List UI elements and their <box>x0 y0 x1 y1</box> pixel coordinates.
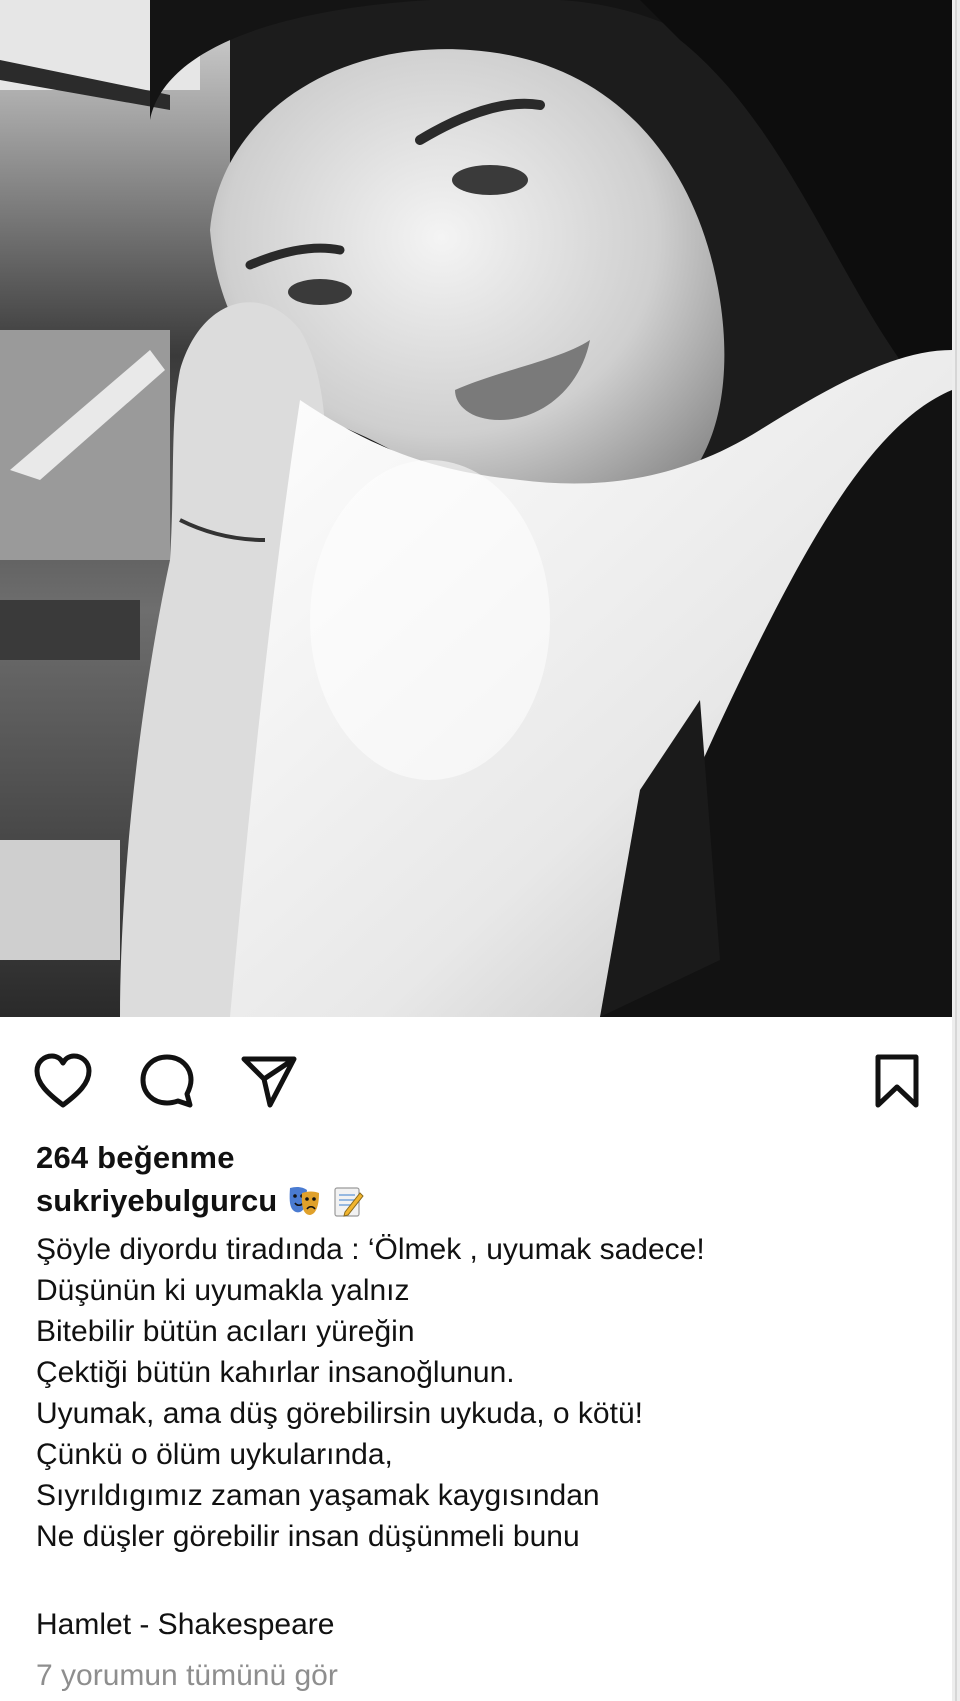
caption-signature: Hamlet - Shakespeare <box>36 1608 335 1641</box>
caption-line: Şöyle diyordu tiradında : ‘Ölmek , uyuma… <box>36 1233 705 1266</box>
heart-icon[interactable] <box>32 1050 94 1112</box>
memo-emoji-icon <box>331 1184 365 1218</box>
theater-masks-emoji-icon <box>287 1184 321 1218</box>
caption-line: Uyumak, ama düş görebilirsin uykuda, o k… <box>36 1397 643 1430</box>
view-all-comments-link[interactable]: 7 yorumun tümünü gör <box>36 1655 338 1696</box>
caption-line: Düşünün ki uyumakla yalnız <box>36 1274 410 1307</box>
caption-line: Ne düşler görebilir insan düşünmeli bunu <box>36 1520 580 1553</box>
caption-line: Çektiği bütün kahırlar insanoğlunun. <box>36 1356 515 1389</box>
scrollbar-track <box>955 0 957 1701</box>
bookmark-icon[interactable] <box>866 1050 928 1112</box>
send-icon[interactable] <box>238 1050 300 1112</box>
portrait-photo-bw <box>0 0 952 1017</box>
caption-line: Bitebilir bütün acıları yüreğin <box>36 1315 415 1348</box>
like-count[interactable]: 264 beğenme <box>36 1140 235 1176</box>
comment-icon[interactable] <box>136 1050 198 1112</box>
username-link[interactable]: sukriyebulgurcu <box>36 1183 277 1219</box>
post-action-bar <box>0 1040 952 1116</box>
post-photo[interactable] <box>0 0 952 1017</box>
caption-text: Şöyle diyordu tiradında : ‘Ölmek , uyuma… <box>36 1229 936 1557</box>
scrollbar[interactable] <box>952 0 960 1701</box>
caption-line: Çünkü o ölüm uykularında, <box>36 1438 393 1471</box>
caption-header: sukriyebulgurcu <box>36 1183 365 1219</box>
caption-line: Sıyrıldıgımız zaman yaşamak kaygısından <box>36 1479 600 1512</box>
